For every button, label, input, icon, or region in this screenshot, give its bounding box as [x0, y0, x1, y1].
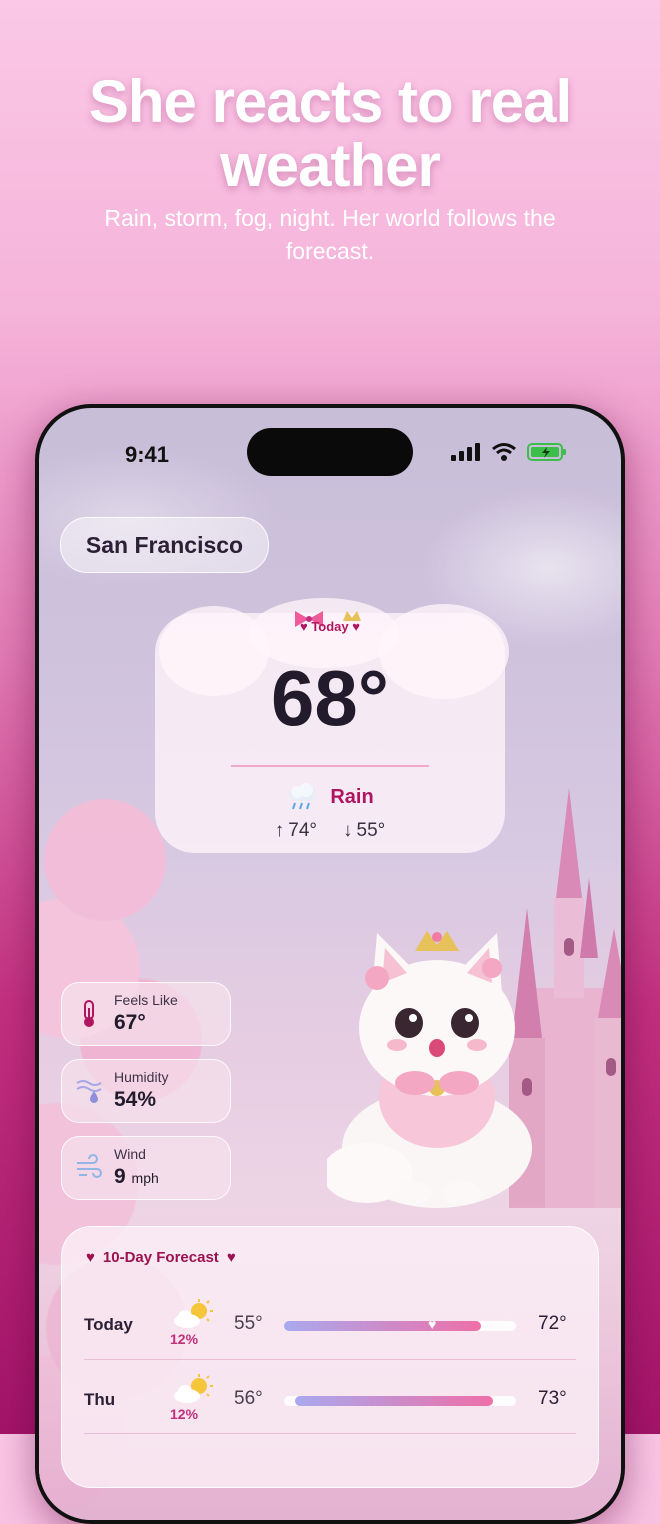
dynamic-island: [247, 428, 413, 476]
stat-label: Humidity: [114, 1069, 169, 1085]
forecast-day: Thu: [84, 1390, 116, 1409]
status-time: 9:41: [125, 442, 170, 467]
temp-range-fill: [284, 1321, 481, 1331]
stat-value: 9 mph: [114, 1165, 159, 1188]
temp-range-fill: [295, 1396, 493, 1406]
status-icons: [451, 442, 567, 462]
temp-range-track: ♥: [284, 1316, 516, 1332]
wind-icon: [77, 1154, 102, 1178]
stat-value: 67°: [114, 1011, 146, 1034]
heart-icon: ♥: [86, 1249, 95, 1266]
rain-cloud-icon: [289, 783, 318, 810]
temp-range-track: [284, 1396, 516, 1406]
heart-icon: ♥: [299, 619, 308, 634]
partly-sunny-icon: [174, 1299, 213, 1328]
battery-icon: [527, 443, 566, 461]
thermometer-icon: [84, 1000, 94, 1027]
low-temp: 55°: [356, 820, 386, 841]
condition-label: Rain: [330, 785, 374, 808]
current-temperature: 68°: [271, 654, 389, 742]
wifi-icon: [492, 443, 516, 461]
heart-marker-icon: ♥: [428, 1316, 437, 1332]
partly-sunny-icon: [174, 1374, 213, 1403]
heart-icon: ♥: [226, 1249, 236, 1266]
arrow-down-icon: ↓: [343, 820, 353, 841]
forecast-low: 56°: [234, 1388, 263, 1409]
forecast-title: 10-Day Forecast: [102, 1249, 219, 1266]
precip-chance: 12%: [170, 1331, 199, 1347]
high-temp: 74°: [288, 820, 317, 841]
ten-day-forecast-card[interactable]: ♥ 10-Day Forecast ♥ Today 12% 55° ♥ 72° …: [61, 1226, 599, 1488]
stat-label: Feels Like: [114, 992, 178, 1008]
humidity-icon: [76, 1080, 102, 1103]
signal-icon: [451, 443, 480, 461]
forecast-row[interactable]: Today 12% 55° ♥ 72°: [62, 1299, 598, 1365]
stat-label: Wind: [114, 1146, 146, 1162]
phone-frame: 9:41 San Francisco ♥ Today ♥ 68° Rain ↑ …: [35, 404, 625, 1524]
app-screen: 9:41 San Francisco ♥ Today ♥ 68° Rain ↑ …: [39, 408, 621, 1520]
divider: [84, 1359, 576, 1360]
forecast-low: 55°: [234, 1313, 263, 1334]
subheadline: Rain, storm, fog, night. Her world follo…: [104, 205, 556, 264]
location-pill[interactable]: San Francisco: [60, 517, 269, 573]
feels-like-card[interactable]: Feels Like 67°: [61, 982, 231, 1046]
forecast-day: Today: [84, 1315, 133, 1334]
today-label: Today: [311, 619, 349, 634]
wind-card[interactable]: Wind 9 mph: [61, 1136, 231, 1200]
precip-chance: 12%: [170, 1406, 199, 1422]
headline: She reacts to real weather: [88, 68, 572, 199]
divider: [231, 765, 429, 767]
arrow-up-icon: ↑: [274, 820, 285, 841]
kitten-mascot: [327, 931, 532, 1208]
forecast-high: 73°: [538, 1388, 567, 1409]
heart-icon: ♥: [352, 619, 360, 634]
forecast-row[interactable]: Thu 12% 56° 73°: [62, 1374, 598, 1440]
humidity-card[interactable]: Humidity 54%: [61, 1059, 231, 1123]
stat-value: 54%: [114, 1088, 157, 1111]
forecast-high: 72°: [538, 1313, 567, 1334]
today-weather-card: ♥ Today ♥ 68° Rain ↑ 74° ↓ 55°: [139, 611, 521, 853]
